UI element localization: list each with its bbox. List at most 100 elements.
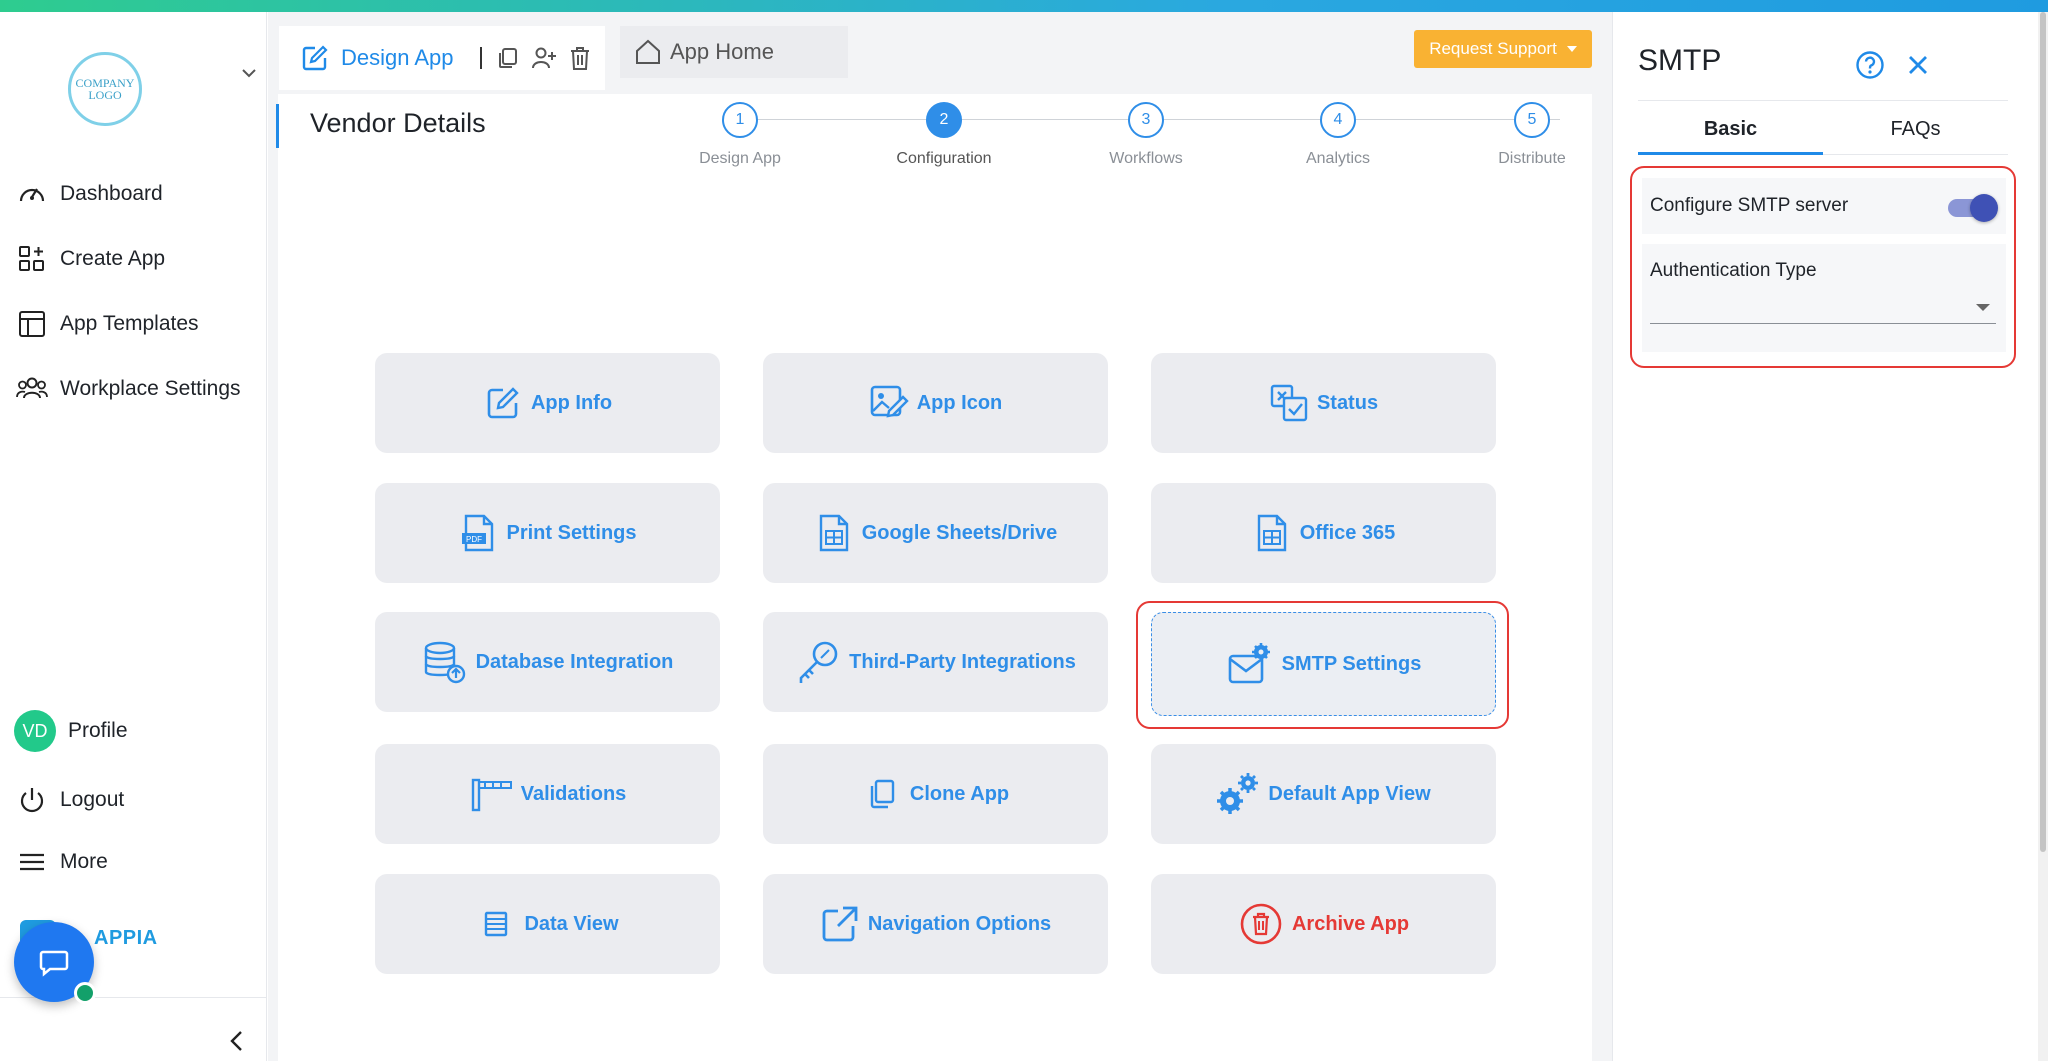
sidebar-item-profile[interactable]: VD Profile [14,710,128,752]
card-label: Data View [524,912,619,935]
sidebar-item-label: Profile [68,719,128,742]
status-icon [1269,383,1309,423]
sidebar-item-label: More [60,850,108,873]
pdf-icon: PDF [458,513,498,553]
copy-icon[interactable] [494,44,522,72]
grid-plus-icon [16,243,48,275]
step-number: 2 [926,102,962,138]
tab-label: App Home [670,39,774,64]
authentication-type-select[interactable] [1650,294,1996,324]
step-label: Analytics [1305,150,1371,167]
avatar: VD [14,710,56,752]
step-analytics[interactable]: 4 Analytics [1268,102,1408,168]
tab-design-app[interactable]: Design App [279,26,605,90]
card-third-party-integrations[interactable]: Third-Party Integrations [763,612,1108,712]
sidebar-item-workplace-settings[interactable]: Workplace Settings [16,369,241,409]
page-scrollbar[interactable] [2038,12,2048,1061]
active-tab-indicator [1638,152,1823,155]
sheet-icon [1252,513,1292,553]
add-user-icon[interactable] [530,44,558,72]
gauge-icon [16,178,48,210]
step-workflows[interactable]: 3 Workflows [1076,102,1216,168]
card-label: Navigation Options [867,912,1052,935]
step-number: 4 [1320,102,1356,138]
step-label: Configuration [896,150,992,167]
barrier-icon [469,774,513,814]
request-support-label: Request Support [1429,39,1557,58]
chevron-down-icon[interactable] [240,64,258,82]
card-label: Validations [520,782,627,805]
scrollbar-thumb[interactable] [2040,12,2046,852]
collapse-sidebar-icon[interactable] [224,1028,250,1054]
image-edit-icon [869,383,909,423]
step-number: 5 [1514,102,1550,138]
step-design-app[interactable]: 1 Design App [670,102,810,168]
authentication-type-field: Authentication Type [1642,244,2006,352]
edit-icon [483,383,523,423]
configure-smtp-label: Configure SMTP server [1650,195,1849,216]
sidebar-item-logout[interactable]: Logout [16,780,124,820]
edit-icon [302,45,328,71]
tab-faqs[interactable]: FAQs [1823,118,2008,141]
step-distribute[interactable]: 5 Distribute [1462,102,1602,168]
trash-icon[interactable] [566,44,594,72]
tab-basic[interactable]: Basic [1638,118,1823,141]
step-number: 3 [1128,102,1164,138]
list-icon [476,904,516,944]
close-icon[interactable] [1903,50,1933,80]
brand-text: APPIA [94,926,158,949]
card-validations[interactable]: Validations [375,744,720,844]
step-label: Distribute [1498,150,1566,167]
authentication-type-label: Authentication Type [1650,260,1817,281]
external-link-icon [820,904,860,944]
tab-app-home[interactable]: App Home [620,26,848,78]
toggle-thumb [1970,194,1998,222]
card-app-icon[interactable]: App Icon [763,353,1108,453]
card-google-sheets-drive[interactable]: Google Sheets/Drive [763,483,1108,583]
card-navigation-options[interactable]: Navigation Options [763,874,1108,974]
card-label: SMTP Settings [1281,652,1422,675]
configure-smtp-toggle[interactable] [1948,194,1998,222]
panel-title: SMTP [1638,44,1722,77]
sidebar-item-create-app[interactable]: Create App [16,239,165,279]
step-label: Workflows [1109,150,1183,167]
card-app-info[interactable]: App Info [375,353,720,453]
copy-icon [862,774,902,814]
sidebar-item-label: Workplace Settings [60,377,241,400]
card-status[interactable]: Status [1151,353,1496,453]
svg-text:PDF: PDF [466,535,482,544]
card-data-view[interactable]: Data View [375,874,720,974]
request-support-button[interactable]: Request Support [1414,30,1592,68]
card-smtp-settings[interactable]: SMTP Settings [1151,612,1496,716]
sidebar: COMPANY LOGO Dashboard Create App App Te… [0,12,267,1061]
card-archive-app[interactable]: Archive App [1151,874,1496,974]
card-label: App Icon [916,391,1003,414]
mail-gear-icon [1226,643,1274,684]
help-icon[interactable] [1855,50,1885,80]
card-label: Archive App [1291,912,1410,935]
card-office-365[interactable]: Office 365 [1151,483,1496,583]
card-print-settings[interactable]: PDF Print Settings [375,483,720,583]
key-icon [795,641,841,683]
sidebar-item-label: Logout [60,788,125,811]
sidebar-item-more[interactable]: More [16,842,108,882]
card-label: Office 365 [1299,521,1396,544]
sidebar-item-dashboard[interactable]: Dashboard [16,174,163,214]
company-logo[interactable]: COMPANY LOGO [68,52,142,126]
tab-label: Design App [341,45,454,70]
trash-circle-icon [1238,903,1284,945]
card-label: Third-Party Integrations [849,650,1076,673]
users-icon [16,373,48,405]
sidebar-item-app-templates[interactable]: App Templates [16,304,199,344]
card-label: Google Sheets/Drive [861,521,1058,544]
chat-icon [39,950,69,977]
main-area: Design App App Home Request Support Vend… [268,12,1612,1061]
online-status-dot [74,982,96,1004]
card-database-integration[interactable]: Database Integration [375,612,720,712]
card-default-app-view[interactable]: Default App View [1151,744,1496,844]
menu-icon [16,846,48,878]
step-configuration[interactable]: 2 Configuration [874,102,1014,168]
step-label: Design App [699,150,781,167]
card-clone-app[interactable]: Clone App [763,744,1108,844]
panel-divider [1638,100,2008,101]
